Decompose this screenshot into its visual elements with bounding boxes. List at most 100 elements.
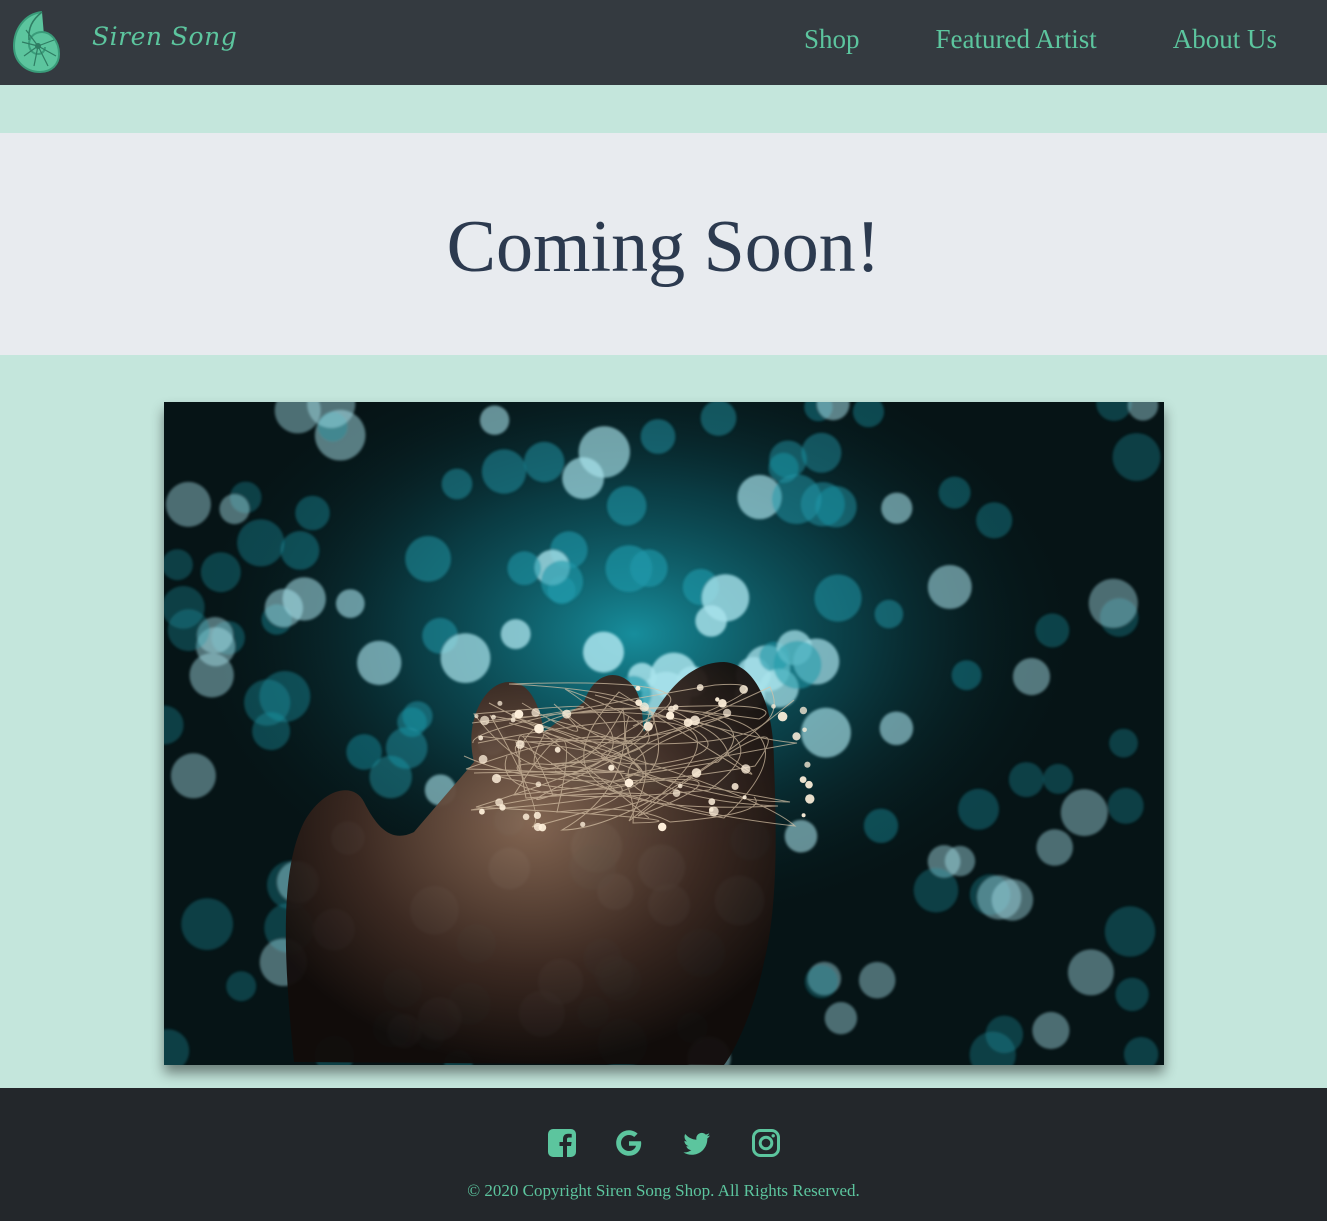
bokeh-dot — [771, 474, 822, 524]
bokeh-dot — [879, 711, 914, 746]
bokeh-dot — [165, 481, 211, 527]
bokeh-dot — [405, 536, 451, 582]
bokeh-dot — [481, 449, 527, 494]
bokeh-dot — [985, 1015, 1024, 1054]
bokeh-dot — [369, 755, 412, 799]
page-title: Coming Soon! — [446, 205, 881, 288]
bokeh-dot — [1036, 829, 1073, 866]
fairy-light — [510, 717, 516, 723]
fairy-light — [643, 721, 653, 731]
bokeh-dot — [1035, 613, 1070, 648]
fairy-light — [672, 789, 681, 797]
bokeh-dot — [1109, 728, 1138, 758]
bokeh-dot — [219, 494, 250, 525]
bokeh-dot — [605, 545, 653, 592]
bokeh-dot — [1088, 578, 1138, 628]
fairy-light — [792, 732, 801, 741]
fairy-light — [805, 794, 815, 804]
fairy-light — [739, 685, 748, 694]
hero-banner: Coming Soon! — [0, 133, 1327, 355]
fairy-light — [491, 773, 502, 784]
bokeh-dot — [479, 405, 510, 435]
bokeh-dot — [1060, 789, 1108, 837]
bokeh-dot — [280, 531, 320, 570]
bokeh-dot — [938, 476, 971, 509]
fairy-light — [668, 705, 675, 713]
bokeh-dot — [441, 468, 473, 500]
bokeh-dot — [801, 432, 842, 473]
bokeh-dot — [200, 552, 241, 593]
google-icon[interactable] — [614, 1128, 644, 1158]
bokeh-dot — [858, 961, 896, 999]
bokeh-dot — [500, 619, 531, 650]
fairy-light — [731, 783, 739, 790]
fairy-light — [535, 781, 542, 788]
bokeh-dot — [1115, 977, 1149, 1012]
fairy-light — [480, 715, 490, 726]
bokeh-dot — [1104, 906, 1156, 957]
fairy-light — [554, 746, 561, 753]
bokeh-dot — [237, 519, 285, 567]
fairy-light — [658, 822, 667, 832]
navbar: Siren Song Shop Featured Artist About Us — [0, 0, 1327, 85]
fairy-light — [771, 704, 776, 709]
bokeh-dot — [181, 898, 234, 950]
fairy-light — [635, 685, 641, 691]
fairy-light — [805, 780, 813, 789]
bokeh-dot — [170, 753, 216, 799]
bokeh-dot — [863, 808, 899, 843]
fairy-light — [677, 783, 683, 789]
bokeh-dot — [397, 707, 427, 737]
bokeh-dot — [440, 633, 491, 683]
facebook-icon[interactable] — [547, 1128, 577, 1158]
fairy-light — [799, 706, 808, 715]
bokeh-dot — [1107, 787, 1144, 824]
bokeh-dot — [226, 971, 257, 1002]
footer — [0, 1088, 1327, 1221]
bokeh-dot — [913, 867, 959, 913]
fairy-light — [474, 714, 479, 719]
fairy-light — [715, 697, 720, 702]
bokeh-dot — [562, 457, 604, 500]
bokeh-dot — [507, 551, 542, 586]
fairy-light — [531, 708, 540, 717]
bokeh-dot — [804, 964, 839, 999]
fairy-light — [741, 764, 751, 774]
bokeh-dot — [824, 1002, 858, 1035]
bokeh-dot — [357, 640, 402, 686]
bokeh-dot — [977, 875, 1022, 920]
bokeh-dot — [282, 577, 326, 621]
fairy-light — [635, 699, 643, 706]
bokeh-dot — [784, 819, 818, 853]
bokeh-dot — [958, 788, 999, 830]
nautilus-shell-icon[interactable] — [12, 10, 61, 74]
fairy-light — [478, 735, 484, 741]
fairy-light — [742, 795, 747, 800]
bokeh-dot — [773, 640, 822, 689]
bokeh-dot — [583, 631, 624, 673]
fairy-light — [801, 813, 806, 818]
bokeh-dot — [881, 492, 913, 524]
bokeh-dot — [1067, 949, 1114, 996]
bokeh-dot — [244, 679, 291, 726]
bokeh-dot — [976, 502, 1013, 539]
instagram-icon[interactable] — [751, 1128, 781, 1158]
bokeh-dot — [801, 707, 851, 758]
fairy-light — [497, 700, 503, 706]
fairy-light — [478, 754, 488, 764]
hand-holding-fairy-lights-photo — [164, 402, 1164, 1065]
fairy-light — [522, 813, 530, 821]
bokeh-dot — [167, 609, 210, 652]
nav-link-shop[interactable]: Shop — [804, 24, 860, 55]
twitter-icon[interactable] — [682, 1128, 712, 1158]
fairy-light — [799, 776, 807, 783]
nav-link-featured-artist[interactable]: Featured Artist — [936, 24, 1097, 55]
fairy-light — [696, 684, 704, 691]
fairy-light — [491, 714, 496, 720]
nav-link-about-us[interactable]: About Us — [1173, 24, 1277, 55]
fairy-light — [666, 711, 675, 720]
fairy-light — [804, 761, 811, 768]
fairy-light — [533, 811, 541, 819]
brand-name[interactable]: Siren Song — [92, 22, 237, 51]
fairy-light — [495, 798, 504, 807]
